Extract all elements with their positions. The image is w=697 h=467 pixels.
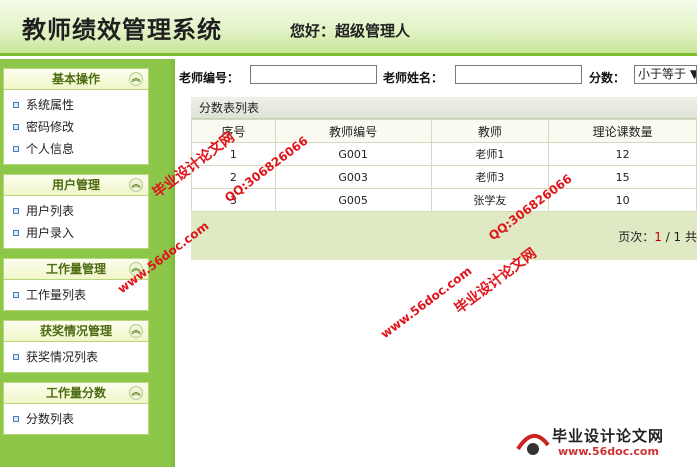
table-cell: G003 (274, 165, 432, 189)
nav-group-users: 用户管理 ︽ 用户列表 用户录入 (3, 174, 149, 249)
nav-group-title: 基本操作 (51, 72, 100, 86)
column-header: 教师 (430, 119, 550, 143)
score-label: 分数： (589, 71, 626, 85)
table-cell: 老师1 (430, 142, 550, 166)
sidebar-item-personal-info[interactable]: 个人信息 (4, 138, 148, 160)
nav-group-header[interactable]: 工作量分数 ︽ (3, 382, 149, 404)
sidebar-item-awards-list[interactable]: 获奖情况列表 (4, 346, 148, 368)
pager-current-page[interactable]: 1 (654, 230, 662, 244)
bullet-icon (13, 208, 19, 214)
score-operator-select[interactable]: 小于等于 ▼ (634, 65, 697, 84)
table-cell: 10 (548, 188, 697, 212)
teacher-name-label: 老师姓名： (383, 71, 444, 85)
teacher-id-label: 老师编号： (179, 71, 240, 85)
sidebar-item-system-properties[interactable]: 系统属性 (4, 94, 148, 116)
bullet-icon (13, 102, 19, 108)
watermark-logo: 毕业设计论文网 www.56doc.com (514, 423, 689, 463)
score-table-panel: 分数表列表 序号 教师编号 教师 理论课数量 1 G001 老师1 12 2 G… (191, 97, 697, 260)
app-title: 教师绩效管理系统 (22, 15, 222, 44)
table-row[interactable]: 3 G005 张学友 10 (191, 188, 697, 212)
sidebar-item-score-list[interactable]: 分数列表 (4, 408, 148, 430)
logo-url: www.56doc.com (558, 445, 659, 458)
bullet-icon (13, 146, 19, 152)
nav-group-basic: 基本操作 ︽ 系统属性 密码修改 个人信息 (3, 68, 149, 165)
table-cell: 老师3 (430, 165, 550, 189)
sidebar-item-label: 个人信息 (26, 142, 75, 156)
nav-group-scores: 工作量分数 ︽ 分数列表 (3, 382, 149, 435)
teacher-id-input[interactable] (250, 65, 377, 84)
sidebar-item-user-entry[interactable]: 用户录入 (4, 222, 148, 244)
app-header: 教师绩效管理系统 您好：超级管理人 (0, 0, 697, 56)
nav-group-title: 用户管理 (51, 178, 100, 192)
pager-total: / 1 共 (661, 230, 697, 244)
nav-group-awards: 获奖情况管理 ︽ 获奖情况列表 (3, 320, 149, 373)
bullet-icon (13, 354, 19, 360)
nav-group-title: 获奖情况管理 (39, 324, 112, 338)
table-cell: G005 (274, 188, 432, 212)
nav-group-header[interactable]: 用户管理 ︽ (3, 174, 149, 196)
sidebar-item-label: 分数列表 (26, 412, 75, 426)
collapse-chevron-icon[interactable]: ︽ (129, 324, 143, 338)
bullet-icon (13, 292, 19, 298)
bullet-icon (13, 416, 19, 422)
sidebar-item-label: 密码修改 (26, 120, 75, 134)
sidebar-item-label: 工作量列表 (26, 288, 87, 302)
logo-icon (516, 434, 550, 455)
collapse-chevron-icon[interactable]: ︽ (129, 386, 143, 400)
teacher-name-input[interactable] (455, 65, 582, 84)
search-bar: 老师编号： 老师姓名： 分数： 小于等于 ▼ (175, 62, 697, 90)
sidebar-item-label: 用户录入 (26, 226, 75, 240)
bullet-icon (13, 230, 19, 236)
nav-group-title: 工作量管理 (45, 262, 106, 276)
sidebar-item-label: 用户列表 (26, 204, 75, 218)
table-header-row: 序号 教师编号 教师 理论课数量 (191, 119, 697, 143)
sidebar-item-user-list[interactable]: 用户列表 (4, 200, 148, 222)
sidebar-item-change-password[interactable]: 密码修改 (4, 116, 148, 138)
sidebar-item-label: 获奖情况列表 (26, 350, 99, 364)
collapse-chevron-icon[interactable]: ︽ (129, 72, 143, 86)
bullet-icon (13, 124, 19, 130)
column-header: 理论课数量 (548, 119, 697, 143)
user-greeting: 您好：超级管理人 (290, 22, 411, 40)
nav-group-header[interactable]: 获奖情况管理 ︽ (3, 320, 149, 342)
sidebar-item-label: 系统属性 (26, 98, 75, 112)
pager: 页次：1 / 1 共 (618, 228, 697, 245)
nav-group-header[interactable]: 基本操作 ︽ (3, 68, 149, 90)
nav-group-title: 工作量分数 (45, 386, 106, 400)
logo-title: 毕业设计论文网 (552, 427, 665, 445)
pager-label: 页次： (618, 230, 655, 244)
table-caption: 分数表列表 (191, 97, 697, 119)
table-cell: 12 (548, 142, 697, 166)
collapse-chevron-icon[interactable]: ︽ (129, 178, 143, 192)
